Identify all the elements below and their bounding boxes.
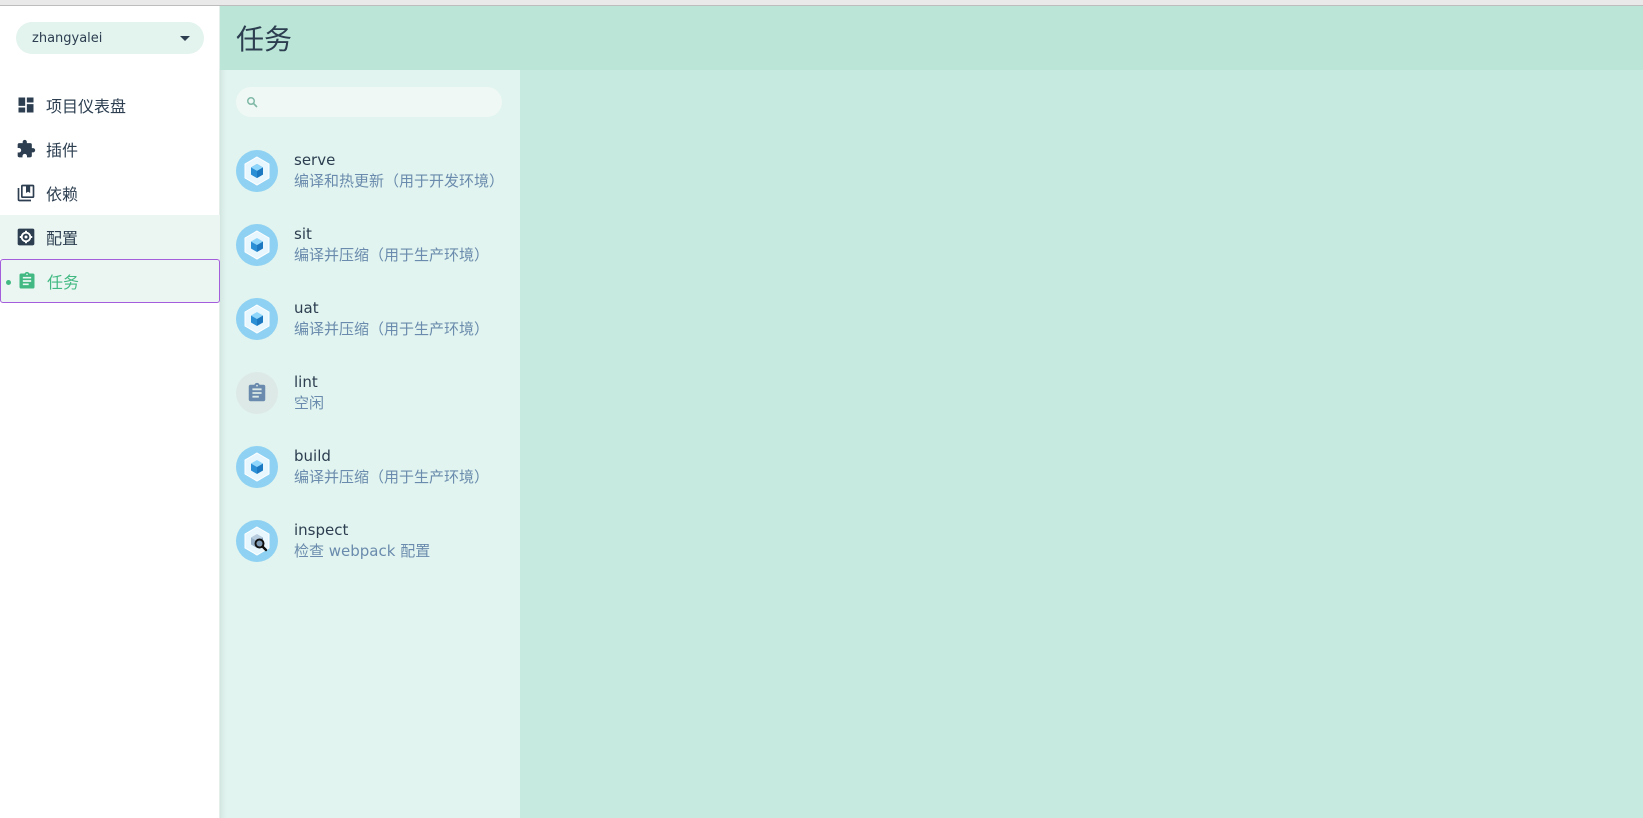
- webpack-cube-icon: [236, 298, 278, 340]
- project-selector[interactable]: zhangyalei: [16, 22, 204, 54]
- task-name: sit: [294, 225, 312, 243]
- sidebar-nav: 项目仪表盘 插件 依赖 配置 任务: [0, 83, 220, 303]
- app-root: zhangyalei 项目仪表盘 插件 依赖 配置 任务 任务 serve 编译…: [0, 6, 1643, 818]
- sidebar-item-label: 依赖: [46, 185, 79, 204]
- task-description: 检查 webpack 配置: [294, 542, 431, 560]
- task-item-lint[interactable]: lint 空闲: [220, 356, 520, 430]
- content-area: serve 编译和热更新（用于开发环境） sit 编译并压缩（用于生产环境） u…: [220, 70, 1643, 818]
- task-name: uat: [294, 299, 319, 317]
- task-detail-pane: [520, 70, 1643, 818]
- task-item-serve[interactable]: serve 编译和热更新（用于开发环境）: [220, 134, 520, 208]
- sidebar-item-configuration[interactable]: 配置: [0, 215, 220, 259]
- chevron-down-icon: [180, 35, 190, 41]
- page-title: 任务: [236, 23, 293, 56]
- sidebar-item-label: 插件: [46, 141, 79, 160]
- sidebar-item-label: 配置: [46, 229, 79, 248]
- clipboard-icon: [17, 271, 37, 291]
- task-list-pane: serve 编译和热更新（用于开发环境） sit 编译并压缩（用于生产环境） u…: [220, 70, 520, 818]
- sidebar: zhangyalei 项目仪表盘 插件 依赖 配置 任务: [0, 6, 220, 818]
- task-description: 空闲: [294, 394, 325, 412]
- task-name: build: [294, 447, 331, 465]
- library-books-icon: [16, 183, 36, 203]
- sidebar-item-label: 任务: [47, 273, 80, 292]
- page-header: 任务: [220, 6, 1643, 70]
- puzzle-icon: [16, 139, 36, 159]
- dashboard-icon: [16, 95, 36, 115]
- task-item-build[interactable]: build 编译并压缩（用于生产环境）: [220, 430, 520, 504]
- task-list: serve 编译和热更新（用于开发环境） sit 编译并压缩（用于生产环境） u…: [220, 134, 520, 578]
- task-description: 编译并压缩（用于生产环境）: [294, 246, 490, 264]
- search-icon: [246, 93, 258, 112]
- webpack-cube-icon: [236, 446, 278, 488]
- task-item-inspect[interactable]: inspect 检查 webpack 配置: [220, 504, 520, 578]
- sidebar-item-dependencies[interactable]: 依赖: [0, 171, 220, 215]
- task-description: 编译和热更新（用于开发环境）: [294, 172, 504, 190]
- webpack-cube-icon: [236, 150, 278, 192]
- task-description: 编译并压缩（用于生产环境）: [294, 320, 490, 338]
- task-name: lint: [294, 373, 318, 391]
- main-area: 任务 serve 编译和热更新（用于开发环境） sit 编译并压缩（用于生产环境…: [220, 6, 1643, 818]
- search-box[interactable]: [236, 87, 502, 117]
- sidebar-item-plugins[interactable]: 插件: [0, 127, 220, 171]
- task-description: 编译并压缩（用于生产环境）: [294, 468, 490, 486]
- task-name: serve: [294, 151, 336, 169]
- project-name: zhangyalei: [32, 30, 103, 46]
- task-name: inspect: [294, 521, 349, 539]
- active-indicator: [6, 280, 11, 285]
- task-item-sit[interactable]: sit 编译并压缩（用于生产环境）: [220, 208, 520, 282]
- sidebar-item-label: 项目仪表盘: [46, 97, 127, 116]
- sidebar-item-dashboard[interactable]: 项目仪表盘: [0, 83, 220, 127]
- sidebar-item-tasks[interactable]: 任务: [0, 259, 220, 303]
- search-input[interactable]: [264, 94, 502, 110]
- webpack-inspect-icon: [236, 520, 278, 562]
- clipboard-icon: [236, 372, 278, 414]
- gear-icon: [16, 227, 36, 247]
- webpack-cube-icon: [236, 224, 278, 266]
- task-item-uat[interactable]: uat 编译并压缩（用于生产环境）: [220, 282, 520, 356]
